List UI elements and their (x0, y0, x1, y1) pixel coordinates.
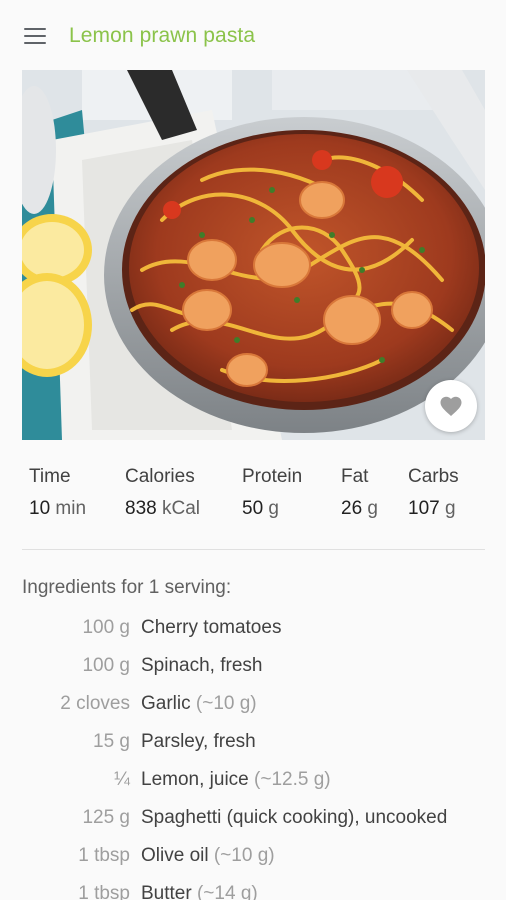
ingredient-amount: 100 g (82, 617, 130, 638)
ingredient-name: Lemon, juice (141, 769, 249, 790)
ingredient-amount: 1 tbsp (78, 845, 130, 866)
nutrition-label: Time (29, 466, 71, 487)
ingredient-note: (~12.5 g) (254, 769, 331, 790)
nutrition-label: Protein (242, 466, 303, 487)
nutrition-unit: kCal (161, 498, 200, 519)
pasta-dish-illustration (22, 70, 485, 440)
ingredient-amount: 125 g (82, 807, 130, 828)
app-bar: Lemon prawn pasta (0, 0, 506, 70)
ingredient-name: Parsley, fresh (141, 731, 256, 752)
nutrition-value: 10 (29, 498, 51, 519)
nutrition-carbs: Carbs 107 g (408, 466, 459, 520)
ingredient-note: (~10 g) (195, 693, 257, 714)
ingredient-amount: ¼ (114, 769, 130, 790)
ingredient-row: 125 g Spaghetti (quick cooking), uncooke… (0, 807, 506, 845)
ingredient-name: Butter (141, 883, 192, 900)
page-title: Lemon prawn pasta (69, 24, 256, 47)
ingredient-name: Spaghetti (quick cooking), uncooked (141, 807, 448, 828)
ingredient-note: (~10 g) (213, 845, 275, 866)
nutrition-protein: Protein 50 g (242, 466, 302, 520)
nutrition-value: 50 (242, 498, 264, 519)
section-divider (22, 549, 485, 550)
ingredient-amount: 15 g (93, 731, 130, 752)
nutrition-label: Fat (341, 466, 369, 487)
recipe-photo (22, 70, 485, 440)
nutrition-time: Time 10 min (29, 466, 86, 520)
ingredient-name: Olive oil (141, 845, 209, 866)
ingredient-amount: 100 g (82, 655, 130, 676)
nutrition-unit: g (444, 498, 456, 519)
ingredient-row: 2 cloves Garlic (~10 g) (0, 693, 506, 731)
nutrition-calories: Calories 838 kCal (125, 466, 200, 520)
nutrition-unit: min (55, 498, 87, 519)
ingredient-name: Cherry tomatoes (141, 617, 282, 638)
ingredient-row: 15 g Parsley, fresh (0, 731, 506, 769)
ingredient-row: 100 g Spinach, fresh (0, 655, 506, 693)
ingredients-header: Ingredients for 1 serving: (22, 577, 232, 598)
nutrition-unit: g (268, 498, 279, 519)
ingredient-row: 100 g Cherry tomatoes (0, 617, 506, 655)
nutrition-label: Calories (125, 466, 195, 487)
menu-icon[interactable] (20, 22, 50, 50)
nutrition-label: Carbs (408, 466, 459, 487)
favorite-button[interactable] (425, 380, 477, 432)
ingredient-row: 1 tbsp Butter (~14 g) (0, 883, 506, 900)
ingredient-note: (~14 g) (196, 883, 258, 900)
heart-icon (440, 396, 462, 416)
nutrition-unit: g (367, 498, 378, 519)
nutrition-fat: Fat 26 g (341, 466, 378, 520)
ingredient-name: Garlic (141, 693, 191, 714)
nutrition-summary: Time 10 min Calories 838 kCal Protein 50… (0, 466, 506, 526)
ingredient-row: ¼ Lemon, juice (~12.5 g) (0, 769, 506, 807)
ingredients-list: 100 g Cherry tomatoes 100 g Spinach, fre… (0, 617, 506, 900)
ingredient-row: 1 tbsp Olive oil (~10 g) (0, 845, 506, 883)
nutrition-value: 838 (125, 498, 157, 519)
ingredient-amount: 2 cloves (60, 693, 130, 714)
nutrition-value: 26 (341, 498, 363, 519)
ingredient-name: Spinach, fresh (141, 655, 263, 676)
nutrition-value: 107 (408, 498, 440, 519)
ingredient-amount: 1 tbsp (78, 883, 130, 900)
